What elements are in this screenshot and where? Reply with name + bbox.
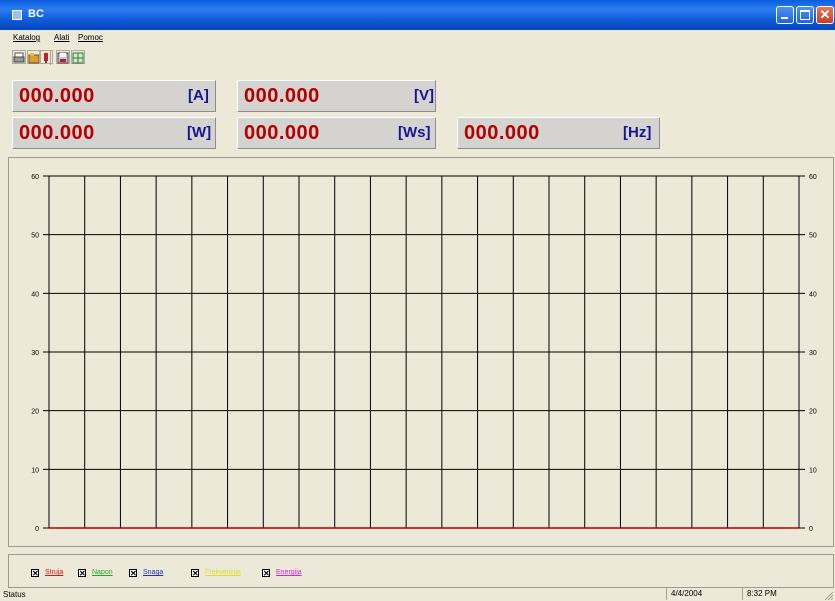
- current-value: 000.000: [19, 85, 95, 107]
- status-date: 4/4/2004: [666, 588, 738, 600]
- print-button[interactable]: [12, 50, 26, 64]
- current-readout: 000.000 [A]: [12, 80, 216, 112]
- legend-label-struja: Struja: [45, 569, 64, 576]
- voltage-value: 000.000: [244, 85, 320, 107]
- energy-readout: 000.000 [Ws]: [237, 117, 436, 149]
- legend-bar: ✕ Struja ✕ Napon ✕ Snaga ✕ Frekvencija ✕…: [8, 554, 834, 588]
- voltage-unit: [V]: [414, 87, 434, 104]
- y-tick-label-right: 50: [809, 233, 817, 240]
- snaga-checkbox[interactable]: ✕: [129, 569, 137, 578]
- voltage-readout: 000.000 [V]: [237, 80, 436, 112]
- status-bar: Status 4/4/2004 8:32 PM: [0, 588, 835, 601]
- title-bar[interactable]: BC ✕: [0, 0, 835, 30]
- y-tick-label-left: 30: [31, 350, 39, 357]
- table-icon: [72, 52, 84, 64]
- y-tick-label-left: 0: [35, 526, 39, 533]
- menu-katalog[interactable]: Katalog: [13, 33, 40, 42]
- y-tick-label-right: 0: [809, 526, 813, 533]
- maximize-icon: [800, 10, 810, 20]
- resize-grip-icon[interactable]: [823, 590, 833, 600]
- legend-label-napon: Napon: [92, 569, 113, 576]
- toolbar-separator: [50, 50, 51, 65]
- minimize-icon: [781, 17, 788, 19]
- menu-alati[interactable]: Alati: [54, 33, 70, 42]
- y-tick-label-right: 40: [809, 291, 817, 298]
- power-readout: 000.000 [W]: [12, 117, 216, 149]
- close-button[interactable]: ✕: [816, 6, 834, 24]
- y-tick-label-left: 60: [31, 174, 39, 181]
- current-unit: [A]: [188, 87, 209, 104]
- status-text: Status: [3, 590, 26, 599]
- table-button[interactable]: [71, 50, 85, 64]
- y-tick-label-right: 20: [809, 409, 817, 416]
- save-button[interactable]: [56, 50, 70, 64]
- y-tick-label-left: 40: [31, 291, 39, 298]
- power-unit: [W]: [187, 124, 212, 141]
- frekvencija-checkbox[interactable]: ✕: [191, 569, 199, 578]
- energy-unit: [Ws]: [398, 124, 431, 141]
- y-tick-label-right: 10: [809, 467, 817, 474]
- energy-value: 000.000: [244, 122, 320, 144]
- menu-pomoc[interactable]: Pomoc: [78, 33, 103, 42]
- struja-checkbox[interactable]: ✕: [31, 569, 39, 578]
- measurement-chart: 0 0 10 10 20 20 30 30 40 40 50 50 60 60: [31, 174, 817, 533]
- menu-bar: Katalog Alati Pomoc: [0, 30, 835, 44]
- y-tick-label-left: 20: [31, 409, 39, 416]
- y-tick-label-right: 30: [809, 350, 817, 357]
- minimize-button[interactable]: [776, 6, 794, 24]
- y-tick-label-left: 10: [31, 467, 39, 474]
- energija-checkbox[interactable]: ✕: [262, 569, 270, 578]
- legend-label-energija: Energija: [276, 569, 302, 576]
- save-icon: [57, 52, 69, 64]
- y-tick-label-left: 50: [31, 233, 39, 240]
- maximize-button[interactable]: [796, 6, 814, 24]
- chart-panel: 0 0 10 10 20 20 30 30 40 40 50 50 60 60: [8, 157, 834, 547]
- app-icon[interactable]: [12, 10, 22, 20]
- y-tick-label-right: 60: [809, 174, 817, 181]
- toolbar: [0, 48, 835, 68]
- frequency-unit: [Hz]: [623, 124, 652, 141]
- frequency-readout: 000.000 [Hz]: [457, 117, 660, 149]
- print-icon: [13, 52, 25, 63]
- napon-checkbox[interactable]: ✕: [78, 569, 86, 578]
- legend-label-frekvencija: Frekvencija: [205, 569, 241, 576]
- close-icon: ✕: [819, 7, 831, 22]
- power-value: 000.000: [19, 122, 95, 144]
- legend-label-snaga: Snaga: [143, 569, 164, 576]
- window-title: BC: [28, 8, 44, 20]
- frequency-value: 000.000: [464, 122, 540, 144]
- status-time: 8:32 PM: [742, 588, 814, 600]
